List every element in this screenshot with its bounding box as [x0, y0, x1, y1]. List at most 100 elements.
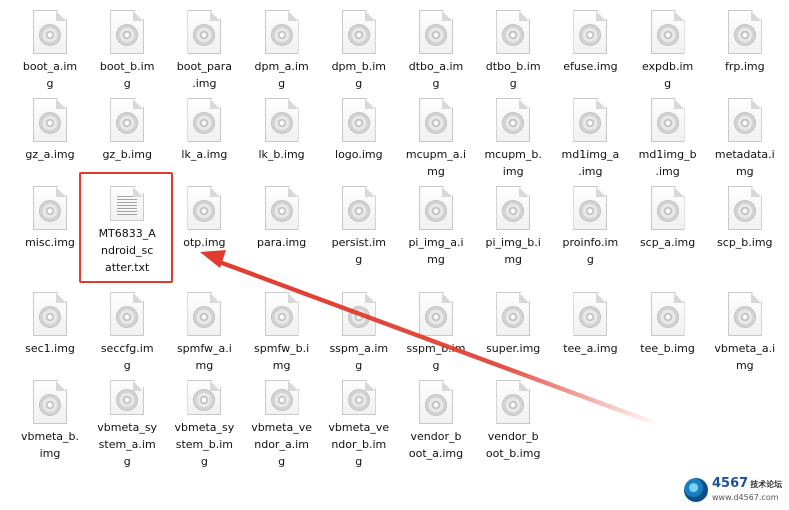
file-label-line: metadata.i [714, 148, 775, 161]
disc-icon [39, 24, 61, 47]
disc-icon [193, 306, 216, 329]
file-label-line: pi_img_b.i [485, 236, 541, 249]
file-item[interactable]: efuse.img [552, 0, 628, 100]
file-item[interactable]: para.img [244, 176, 320, 276]
file-label: expdb.im g [630, 58, 706, 92]
file-label-line: vbmeta_a.i [714, 342, 776, 355]
disc-icon [425, 394, 447, 417]
file-label-line: para.img [256, 236, 307, 249]
watermark-logo-icon [684, 478, 708, 502]
file-label-line: g [355, 455, 363, 468]
disc-icon [39, 394, 61, 417]
file-item[interactable]: md1img_a .img [552, 88, 628, 188]
file-item[interactable]: dpm_a.im g [244, 0, 320, 100]
file-item[interactable]: vbmeta_b. img [12, 370, 88, 470]
file-item[interactable]: metadata.i mg [707, 88, 783, 188]
file-item[interactable]: seccfg.im g [89, 282, 165, 382]
disc-icon [579, 200, 602, 223]
file-item[interactable]: vbmeta_ve ndor_b.im g [321, 370, 397, 470]
file-label-line: lk_a.img [181, 148, 228, 161]
file-label-line: mg [504, 253, 523, 266]
file-label-line: seccfg.im [100, 342, 154, 355]
file-item[interactable]: super.img [475, 282, 551, 382]
disc-image-file-icon [727, 186, 762, 230]
file-label-line: ndor_b.im [331, 438, 387, 451]
file-item[interactable]: md1img_b .img [630, 88, 706, 188]
disc-icon [270, 112, 293, 135]
disc-image-file-icon [419, 10, 453, 54]
file-item[interactable]: lk_b.img [244, 88, 320, 188]
disc-image-file-icon [187, 292, 222, 336]
file-item[interactable]: dtbo_b.im g [475, 0, 551, 100]
file-item[interactable]: pi_img_a.i mg [398, 176, 474, 276]
file-item[interactable]: sec1.img [12, 282, 88, 382]
file-label-line: boot_para [176, 60, 233, 73]
disc-image-file-icon [727, 98, 762, 142]
file-label: sspm_a.im g [321, 340, 397, 374]
disc-icon [193, 112, 216, 135]
file-label: spmfw_b.i mg [244, 340, 320, 374]
disc-icon [656, 306, 679, 329]
file-label: vendor_b oot_b.img [475, 428, 551, 462]
file-item[interactable]: frp.img [707, 0, 783, 100]
file-label-line: mcupm_a.i [405, 148, 467, 161]
file-item[interactable]: tee_b.img [630, 282, 706, 382]
disc-icon [502, 112, 525, 135]
file-item[interactable]: persist.im g [321, 176, 397, 276]
file-item[interactable]: mcupm_b. img [475, 88, 551, 188]
disc-image-file-icon [187, 98, 222, 142]
file-item[interactable]: gz_a.img [12, 88, 88, 188]
file-label-line: misc.img [25, 236, 75, 249]
file-label-line: oot_a.img [408, 447, 464, 460]
file-item[interactable]: vendor_b oot_a.img [398, 370, 474, 470]
file-item[interactable]: scp_a.img [630, 176, 706, 276]
file-item[interactable]: vbmeta_sy stem_b.im g [166, 370, 242, 470]
file-item[interactable]: tee_a.img [552, 282, 628, 382]
file-item[interactable]: otp.img [166, 176, 242, 276]
file-label-line: vbmeta_b. [20, 430, 79, 443]
file-item[interactable]: boot_a.im g [12, 0, 88, 100]
file-label: vbmeta_a.i mg [707, 340, 783, 374]
file-item[interactable]: dpm_b.im g [321, 0, 397, 100]
file-item[interactable]: lk_a.img [166, 88, 242, 188]
file-label-line: sspm_a.im [329, 342, 389, 355]
disc-image-file-icon [727, 10, 762, 54]
file-label-line: md1img_b [638, 148, 697, 161]
file-label: tee_b.img [630, 340, 706, 357]
file-label: para.img [244, 234, 320, 251]
file-label-line: g [123, 455, 131, 468]
file-item[interactable]: mcupm_a.i mg [398, 88, 474, 188]
disc-icon [116, 24, 139, 47]
disc-image-file-icon [264, 186, 299, 230]
disc-icon [502, 24, 525, 47]
disc-image-file-icon [110, 98, 145, 142]
file-label-line: g [355, 253, 363, 266]
file-item[interactable]: dtbo_a.im g [398, 0, 474, 100]
file-item[interactable]: vbmeta_sy stem_a.im g [89, 370, 165, 470]
file-item[interactable]: misc.img [12, 176, 88, 276]
disc-image-file-icon [341, 98, 376, 142]
file-item[interactable]: spmfw_a.i mg [166, 282, 242, 382]
file-item[interactable]: sspm_a.im g [321, 282, 397, 382]
disc-icon [579, 112, 602, 135]
file-item[interactable]: pi_img_b.img [475, 176, 551, 276]
file-item[interactable]: vbmeta_ve ndor_a.im g [244, 370, 320, 470]
file-item[interactable]: scp_b.img [707, 176, 783, 276]
file-item[interactable]: boot_b.im g [89, 0, 165, 100]
file-label-line: vendor_b [410, 430, 462, 443]
file-label: metadata.i mg [707, 146, 783, 180]
disc-icon [347, 389, 370, 412]
file-label: vbmeta_ve ndor_b.im g [321, 419, 397, 470]
file-label-line: lk_b.img [258, 148, 305, 161]
file-item[interactable]: vendor_b oot_b.img [475, 370, 551, 470]
file-item[interactable]: expdb.im g [630, 0, 706, 100]
file-label: tee_a.img [552, 340, 628, 357]
file-item[interactable]: sspm_b.im g [398, 282, 474, 382]
file-item[interactable]: vbmeta_a.i mg [707, 282, 783, 382]
disc-image-file-icon [110, 380, 145, 415]
file-item[interactable]: boot_para .img [166, 0, 242, 100]
disc-icon [656, 200, 679, 223]
file-item[interactable]: logo.img [321, 88, 397, 188]
file-item[interactable]: proinfo.im g [552, 176, 628, 276]
file-item[interactable]: spmfw_b.i mg [244, 282, 320, 382]
